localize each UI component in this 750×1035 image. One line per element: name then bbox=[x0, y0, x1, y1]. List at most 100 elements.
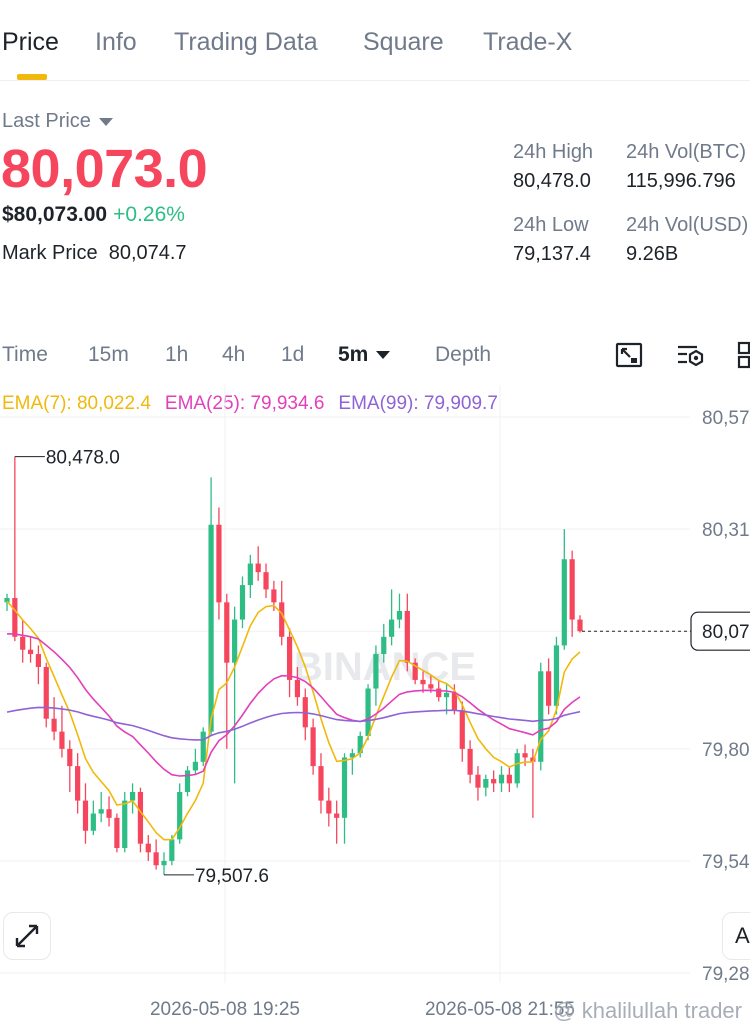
auto-scale-label: A bbox=[735, 923, 750, 948]
y-tick-label: 80,57 bbox=[702, 408, 750, 429]
fullscreen-button[interactable] bbox=[3, 912, 51, 960]
candle-body bbox=[365, 688, 371, 736]
caret-down-icon bbox=[376, 351, 391, 360]
candle-body bbox=[271, 589, 277, 603]
layout-grid-icon[interactable] bbox=[736, 340, 750, 370]
tab-trade-x[interactable]: Trade-X bbox=[483, 28, 572, 57]
candle-body bbox=[577, 619, 583, 632]
candle-body bbox=[506, 774, 512, 784]
ema99-line bbox=[6, 706, 581, 741]
candle-body bbox=[546, 671, 552, 706]
candle-body bbox=[522, 753, 528, 758]
usd-price: $80,073.00 bbox=[2, 203, 108, 226]
y-tick-label: 79,80 bbox=[702, 740, 750, 761]
y-axis: 80,57 80,31 79,80 79,54 79,28 bbox=[702, 408, 750, 985]
candle-body bbox=[491, 779, 497, 784]
candle-body bbox=[232, 619, 238, 663]
candle-body bbox=[177, 791, 183, 840]
tab-trading-data[interactable]: Trading Data bbox=[174, 28, 318, 57]
stat-high-value: 80,478.0 bbox=[513, 170, 591, 192]
candle-body bbox=[90, 813, 96, 831]
candle-body bbox=[467, 748, 473, 775]
interval-time[interactable]: Time bbox=[2, 343, 48, 367]
max-price-label: 80,478.0 bbox=[46, 448, 120, 469]
y-tick-label: 79,54 bbox=[702, 852, 750, 873]
candle-body bbox=[192, 761, 198, 771]
mark-price-label: Mark Price bbox=[2, 242, 98, 264]
candle-body bbox=[569, 559, 575, 620]
candle-body bbox=[396, 610, 403, 620]
change-percent: +0.26% bbox=[113, 203, 185, 226]
current-price-tag-label: 80,07 bbox=[702, 622, 750, 643]
candle-body bbox=[538, 671, 544, 762]
stat-vol-btc-value: 115,996.796 bbox=[626, 170, 736, 192]
caret-down-icon bbox=[98, 117, 113, 126]
candle-body bbox=[239, 585, 246, 620]
candle-body bbox=[75, 766, 81, 801]
candle-body bbox=[12, 598, 18, 637]
candle-body bbox=[122, 800, 128, 849]
candle-body bbox=[381, 636, 387, 655]
candle-body bbox=[561, 559, 567, 646]
active-tab-indicator bbox=[17, 74, 47, 80]
candle-body bbox=[200, 731, 206, 762]
candle-body bbox=[114, 817, 120, 849]
interval-depth[interactable]: Depth bbox=[435, 343, 491, 367]
candle-body bbox=[475, 774, 481, 788]
last-price-value: 80,073.0 bbox=[1, 139, 208, 199]
interval-1h[interactable]: 1h bbox=[165, 343, 188, 367]
mark-price-value: 80,074.7 bbox=[108, 242, 187, 264]
candle-body bbox=[404, 610, 410, 663]
candle-body bbox=[326, 800, 332, 814]
candle-body bbox=[184, 770, 191, 792]
candle-body bbox=[428, 684, 434, 689]
candle-body bbox=[247, 563, 253, 586]
tab-info[interactable]: Info bbox=[95, 28, 137, 57]
candle-body bbox=[67, 748, 73, 767]
stat-low-label: 24h Low bbox=[513, 214, 589, 236]
stat-high-label: 24h High bbox=[513, 141, 594, 163]
usd-price-row: $80,073.00 +0.26% bbox=[2, 203, 185, 227]
candle-body bbox=[161, 860, 167, 866]
candle-body bbox=[224, 602, 230, 663]
candle-body bbox=[451, 692, 458, 711]
stat-vol-usd-label: 24h Vol(USD) bbox=[626, 214, 749, 236]
x-tick-label: 2026-05-08 19:25 bbox=[150, 999, 300, 1020]
interval-15m[interactable]: 15m bbox=[88, 343, 129, 367]
chart-settings-icon[interactable] bbox=[675, 340, 705, 370]
candle-body bbox=[35, 654, 41, 667]
expand-chart-icon[interactable] bbox=[614, 340, 644, 370]
candle-body bbox=[286, 636, 293, 680]
candle-body bbox=[498, 774, 505, 784]
candle-body bbox=[27, 649, 34, 655]
candle-body bbox=[318, 766, 324, 801]
candle-body bbox=[436, 688, 442, 698]
fullscreen-arrows-icon bbox=[15, 924, 39, 948]
candle-body bbox=[129, 791, 136, 801]
y-tick-label: 79,28 bbox=[702, 964, 750, 985]
candle-body bbox=[334, 813, 340, 818]
candle-body bbox=[169, 839, 175, 861]
candle-body bbox=[294, 679, 301, 698]
candle-body bbox=[514, 753, 520, 784]
candle-body bbox=[51, 718, 57, 732]
y-tick-label: 80,31 bbox=[702, 520, 750, 541]
candlestick-chart[interactable]: BINANCE 80,478.079,507.680,07 80,5780,31… bbox=[0, 385, 750, 1035]
tab-square[interactable]: Square bbox=[363, 28, 444, 57]
interval-4h[interactable]: 4h bbox=[222, 343, 245, 367]
candle-body bbox=[279, 602, 285, 637]
candle-body bbox=[145, 843, 151, 853]
interval-1d[interactable]: 1d bbox=[281, 343, 304, 367]
last-price-label: Last Price bbox=[2, 110, 91, 132]
stat-vol-usd-value: 9.26B bbox=[626, 243, 679, 265]
auto-scale-button[interactable]: A bbox=[722, 912, 750, 960]
candle-body bbox=[483, 779, 489, 788]
candle-body bbox=[459, 710, 465, 749]
last-price-selector[interactable]: Last Price bbox=[2, 110, 113, 133]
candle-body bbox=[255, 563, 261, 573]
candle-body bbox=[106, 809, 112, 818]
tab-price[interactable]: Price bbox=[2, 28, 59, 57]
interval-5m-selected[interactable]: 5m bbox=[338, 343, 391, 367]
candle-body bbox=[216, 524, 222, 603]
candle-body bbox=[82, 800, 89, 831]
